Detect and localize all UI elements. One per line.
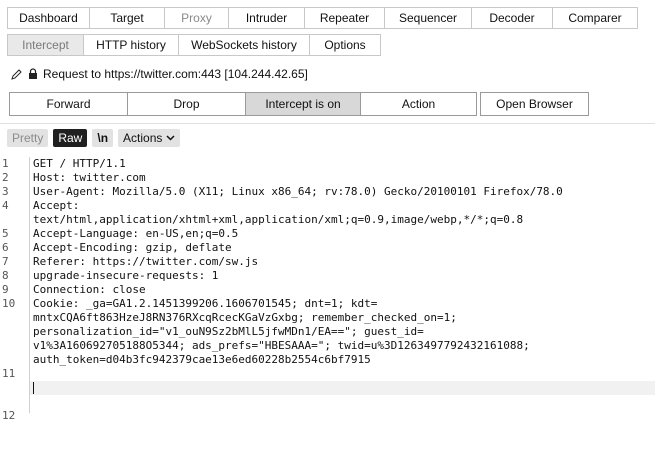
tab-websockets-history[interactable]: WebSockets history [178, 34, 309, 56]
editor-line: 4 Accept: [0, 199, 655, 213]
line-text: Accept-Language: en-US,en;q=0.5 [33, 227, 239, 240]
line-text: Connection: close [33, 283, 146, 296]
line-number: 6 [2, 241, 9, 254]
tab-decoder[interactable]: Decoder [471, 7, 552, 29]
line-number: 5 [2, 227, 9, 240]
actions-label: Actions [123, 131, 163, 145]
line-number: 11 [2, 367, 16, 380]
editor-line: 11 [0, 367, 655, 381]
line-number: 10 [2, 297, 16, 310]
text-caret [33, 382, 34, 394]
line-text: mntxCQA6ft863HzeJ8RN376RXcqRcecKGaVzGxbg… [33, 311, 457, 324]
line-text: Host: twitter.com [33, 171, 146, 184]
raw-request-editor[interactable]: 1 GET / HTTP/1.1 2 Host: twitter.com 3 User… [0, 157, 655, 422]
request-info: Request to https://twitter.com:443 [104.… [10, 67, 308, 81]
tab-options[interactable]: Options [309, 34, 381, 56]
tab-dashboard[interactable]: Dashboard [7, 7, 89, 29]
line-text: Referer: https://twitter.com/sw.js [33, 255, 259, 268]
line-text: Accept: [33, 199, 80, 212]
top-tab-bar: Dashboard Target Proxy Intruder Repeater… [7, 7, 638, 29]
tab-comparer[interactable]: Comparer [552, 7, 638, 29]
lock-icon [28, 68, 38, 80]
tab-http-history[interactable]: HTTP history [83, 34, 178, 56]
line-number: 3 [2, 185, 9, 198]
editor-line: 2 Host: twitter.com [0, 171, 655, 185]
open-browser-button[interactable]: Open Browser [480, 92, 589, 116]
line-number: 7 [2, 255, 9, 268]
tab-target[interactable]: Target [89, 7, 164, 29]
forward-button[interactable]: Forward [9, 92, 128, 116]
editor-line: 1 GET / HTTP/1.1 [0, 157, 655, 171]
intercept-button-row: Forward Drop Intercept is on Action Open… [9, 92, 589, 116]
line-text: GET / HTTP/1.1 [33, 157, 126, 170]
editor-line: 8 upgrade-insecure-requests: 1 [0, 269, 655, 283]
show-newlines-button[interactable]: \n [92, 129, 114, 147]
editor-line: text/html,application/xhtml+xml,applicat… [0, 213, 655, 227]
editor-line: personalization_id="v1_ouN9Sz2bMlL5jfwMD… [0, 325, 655, 339]
line-text: User-Agent: Mozilla/5.0 (X11; Linux x86_… [33, 185, 563, 198]
raw-view-button[interactable]: Raw [53, 129, 88, 147]
action-button[interactable]: Action [360, 92, 477, 116]
line-number: 1 [2, 157, 9, 170]
current-line-highlight [30, 381, 655, 395]
editor-line-current: 12 [0, 381, 655, 422]
line-text: v1%3A160692705188O5344; ads_prefs="HBESA… [33, 339, 530, 352]
proxy-tab-bar: Intercept HTTP history WebSockets histor… [7, 34, 381, 56]
pencil-icon[interactable] [10, 68, 23, 81]
drop-button[interactable]: Drop [127, 92, 246, 116]
request-target-text: Request to https://twitter.com:443 [104.… [43, 67, 308, 81]
tab-proxy[interactable]: Proxy [164, 7, 228, 29]
line-text: upgrade-insecure-requests: 1 [33, 269, 219, 282]
chevron-down-icon [166, 135, 175, 141]
actions-dropdown[interactable]: Actions [118, 129, 181, 147]
line-text: Cookie: _ga=GA1.2.1451399206.1606701545;… [33, 297, 378, 310]
editor-line: 6 Accept-Encoding: gzip, deflate [0, 241, 655, 255]
intercept-toggle-button[interactable]: Intercept is on [245, 92, 361, 116]
line-number: 8 [2, 269, 9, 282]
pretty-view-button[interactable]: Pretty [7, 129, 49, 147]
message-editor-toolbar: Pretty Raw \n Actions [7, 129, 185, 147]
editor-line: mntxCQA6ft863HzeJ8RN376RXcqRcecKGaVzGxbg… [0, 311, 655, 325]
tab-repeater[interactable]: Repeater [304, 7, 384, 29]
line-number: 2 [2, 171, 9, 184]
line-number: 9 [2, 283, 9, 296]
line-text: text/html,application/xhtml+xml,applicat… [33, 213, 524, 226]
editor-line: 10 Cookie: _ga=GA1.2.1451399206.160670154… [0, 297, 655, 311]
line-text: personalization_id="v1_ouN9Sz2bMlL5jfwMD… [33, 325, 424, 338]
editor-line: 9 Connection: close [0, 283, 655, 297]
tab-intercept[interactable]: Intercept [7, 34, 83, 56]
editor-line: 7 Referer: https://twitter.com/sw.js [0, 255, 655, 269]
editor-line: v1%3A160692705188O5344; ads_prefs="HBESA… [0, 339, 655, 353]
editor-line: 5 Accept-Language: en-US,en;q=0.5 [0, 227, 655, 241]
line-number: 12 [2, 409, 16, 422]
line-number: 4 [2, 199, 9, 212]
line-text: auth_token=d04b3fc942379cae13e6ed60228b2… [33, 353, 371, 366]
editor-line: 3 User-Agent: Mozilla/5.0 (X11; Linux x86… [0, 185, 655, 199]
line-text: Accept-Encoding: gzip, deflate [33, 241, 232, 254]
editor-line: auth_token=d04b3fc942379cae13e6ed60228b2… [0, 353, 655, 367]
section-divider [0, 123, 655, 124]
tab-intruder[interactable]: Intruder [228, 7, 304, 29]
tab-sequencer[interactable]: Sequencer [384, 7, 471, 29]
